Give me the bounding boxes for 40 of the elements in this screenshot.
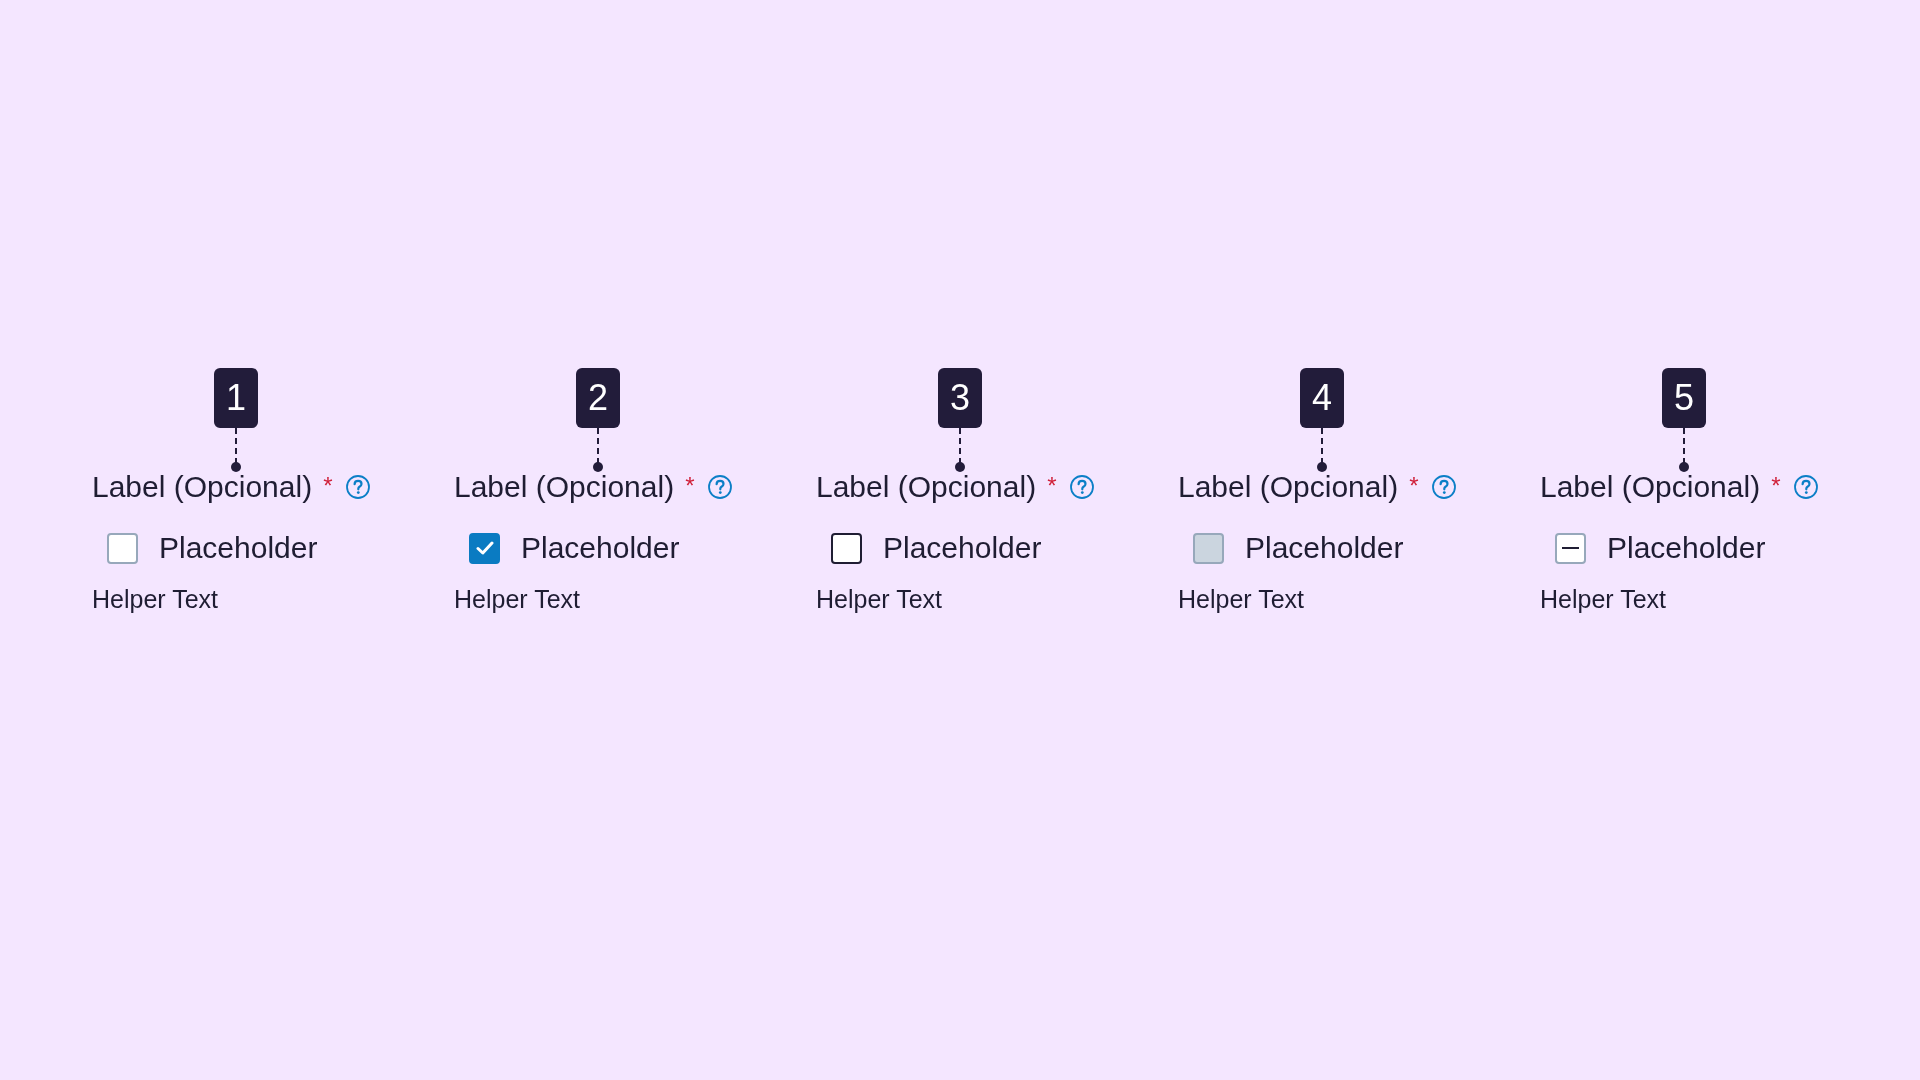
field-label: Label (Opcional) — [1540, 472, 1761, 502]
number-marker: 4 — [1300, 368, 1344, 428]
leader-line — [955, 428, 965, 472]
field-label: Label (Opcional) — [92, 472, 313, 502]
field-label: Label (Opcional) — [1178, 472, 1399, 502]
number-marker: 5 — [1662, 368, 1706, 428]
required-mark: * — [323, 474, 333, 498]
helper-text: Helper Text — [816, 584, 942, 614]
number-marker: 3 — [938, 368, 982, 428]
required-mark: * — [1771, 474, 1781, 498]
help-icon — [708, 475, 733, 499]
leader-line — [231, 428, 241, 472]
leader-line — [1317, 428, 1327, 472]
checkbox-label[interactable]: Placeholder — [1607, 531, 1766, 565]
checkbox[interactable] — [469, 532, 500, 564]
help-icon — [1794, 475, 1819, 499]
checkbox-label[interactable]: Placeholder — [159, 531, 318, 565]
field-label: Label (Opcional) — [816, 472, 1037, 502]
help-icon — [1070, 475, 1095, 499]
checkbox[interactable] — [831, 532, 862, 564]
checkbox-label[interactable]: Placeholder — [883, 531, 1042, 565]
helper-text: Helper Text — [454, 584, 580, 614]
helper-text: Helper Text — [1178, 584, 1304, 614]
help-icon — [1432, 475, 1457, 499]
field-label: Label (Opcional) — [454, 472, 675, 502]
checkbox-label[interactable]: Placeholder — [521, 531, 680, 565]
checkbox[interactable] — [1555, 532, 1586, 564]
required-mark: * — [685, 474, 695, 498]
required-mark: * — [1047, 474, 1057, 498]
help-icon — [346, 475, 371, 499]
leader-line — [593, 428, 603, 472]
dash-icon — [1562, 547, 1579, 549]
required-mark: * — [1409, 474, 1419, 498]
check-icon — [475, 541, 494, 555]
helper-text: Helper Text — [1540, 584, 1666, 614]
checkbox[interactable] — [107, 532, 138, 564]
number-marker: 1 — [214, 368, 258, 428]
helper-text: Helper Text — [92, 584, 218, 614]
leader-line — [1679, 428, 1689, 472]
number-marker: 2 — [576, 368, 620, 428]
